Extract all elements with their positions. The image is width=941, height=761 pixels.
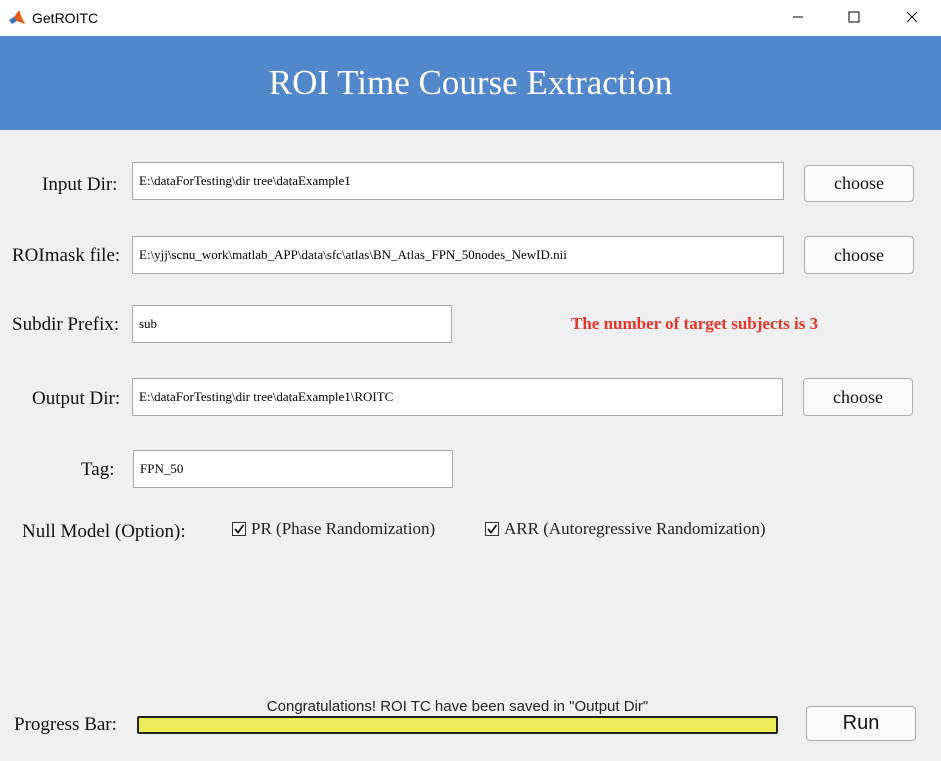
roimask-file-field[interactable] — [132, 236, 784, 274]
minimize-icon[interactable] — [775, 0, 821, 34]
arr-option[interactable]: ARR (Autoregressive Randomization) — [485, 519, 766, 539]
header-banner: ROI Time Course Extraction — [0, 36, 941, 130]
arr-checkbox-label: ARR (Autoregressive Randomization) — [504, 519, 766, 538]
tag-field[interactable] — [133, 450, 453, 488]
close-icon[interactable] — [889, 0, 935, 34]
input-dir-field[interactable] — [132, 162, 784, 200]
page-title: ROI Time Course Extraction — [268, 63, 673, 102]
arr-checkbox[interactable] — [485, 522, 499, 536]
output-dir-label: Output Dir: — [32, 388, 121, 409]
roimask-file-label: ROImask file: — [12, 245, 121, 266]
subdir-prefix-field[interactable] — [132, 305, 452, 343]
tag-label: Tag: — [81, 459, 115, 480]
matlab-icon — [8, 9, 26, 27]
progress-bar — [137, 716, 778, 734]
input-dir-label: Input Dir: — [42, 174, 118, 195]
roimask-file-choose-button[interactable]: choose — [804, 236, 914, 274]
output-dir-choose-button[interactable]: choose — [803, 378, 913, 416]
progress-bar-fill — [139, 718, 776, 732]
pr-checkbox[interactable] — [232, 522, 246, 536]
maximize-icon[interactable] — [831, 0, 877, 34]
null-model-label: Null Model (Option): — [22, 521, 186, 542]
output-dir-field[interactable] — [132, 378, 783, 416]
subdir-prefix-label: Subdir Prefix: — [12, 314, 120, 335]
window-title: GetROITC — [32, 10, 99, 26]
pr-option[interactable]: PR (Phase Randomization) — [232, 519, 435, 539]
title-bar: GetROITC — [0, 0, 941, 36]
progress-message: Congratulations! ROI TC have been saved … — [266, 698, 649, 715]
input-dir-choose-button[interactable]: choose — [804, 165, 914, 202]
progress-bar-label: Progress Bar: — [14, 714, 117, 735]
pr-checkbox-label: PR (Phase Randomization) — [251, 519, 436, 538]
run-button[interactable]: Run — [806, 706, 916, 741]
subject-count-status: The number of target subjects is 3 — [571, 314, 819, 333]
